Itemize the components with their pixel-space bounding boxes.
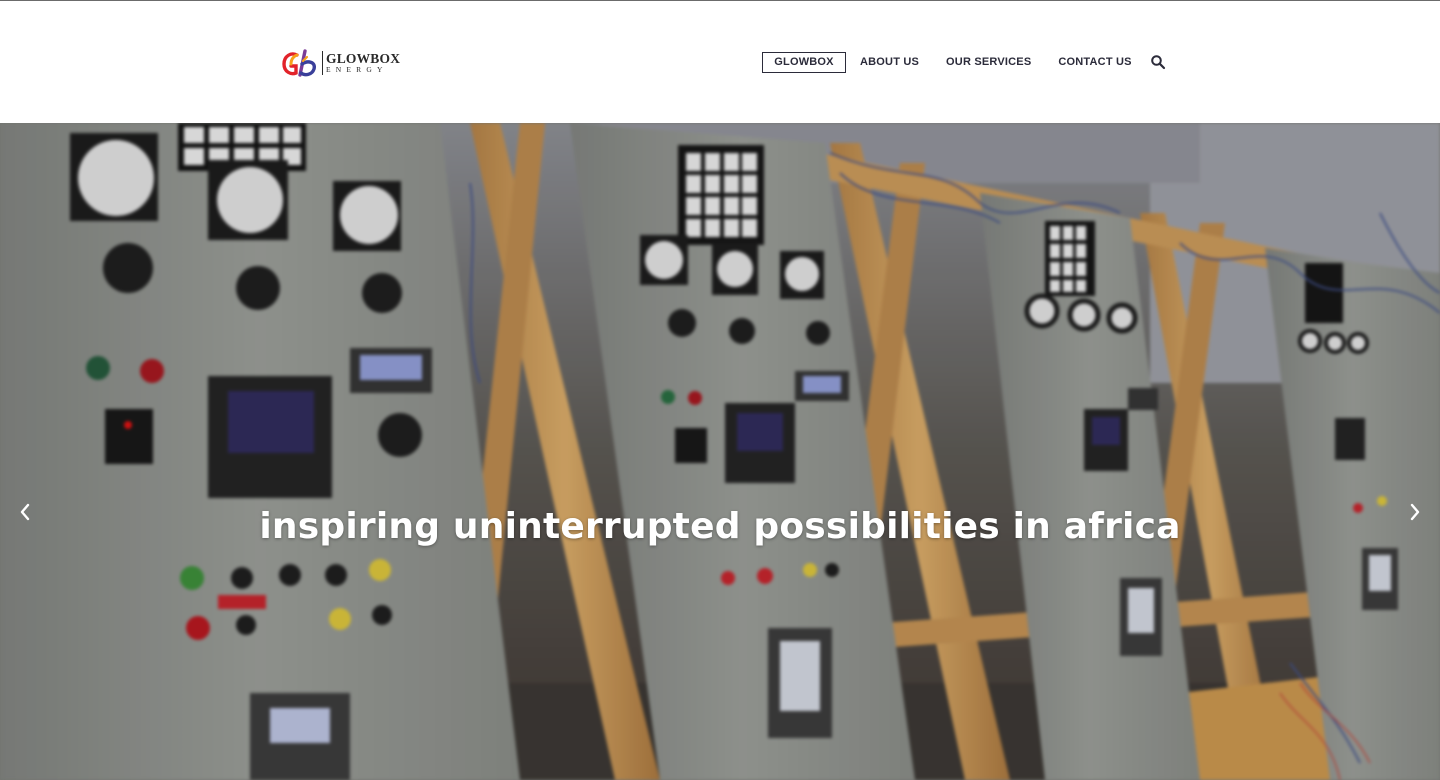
- site-logo[interactable]: GLOWBOX ENERGY: [281, 47, 405, 79]
- hero-slider: inspiring uninterrupted possibilities in…: [0, 123, 1440, 780]
- nav-item-about-us[interactable]: ABOUT US: [860, 56, 919, 68]
- nav-item-glowbox[interactable]: GLOWBOX: [762, 51, 846, 73]
- nav-item-our-services[interactable]: OUR SERVICES: [946, 56, 1031, 68]
- hero-overlay: [0, 123, 1440, 780]
- main-nav: GLOWBOX ABOUT US OUR SERVICES CONTACT US: [762, 51, 1132, 73]
- logo-name: GLOWBOX: [326, 51, 401, 66]
- chevron-left-icon[interactable]: [15, 500, 35, 524]
- hero-caption: inspiring uninterrupted possibilities in…: [259, 506, 1181, 547]
- logo-mark-icon: [281, 47, 321, 79]
- chevron-right-icon[interactable]: [1405, 500, 1425, 524]
- nav-item-contact-us[interactable]: CONTACT US: [1058, 56, 1131, 68]
- site-header: GLOWBOX ENERGY GLOWBOX ABOUT US OUR SERV…: [0, 1, 1440, 123]
- logo-tagline: ENERGY: [326, 65, 388, 74]
- search-icon[interactable]: [1150, 54, 1166, 70]
